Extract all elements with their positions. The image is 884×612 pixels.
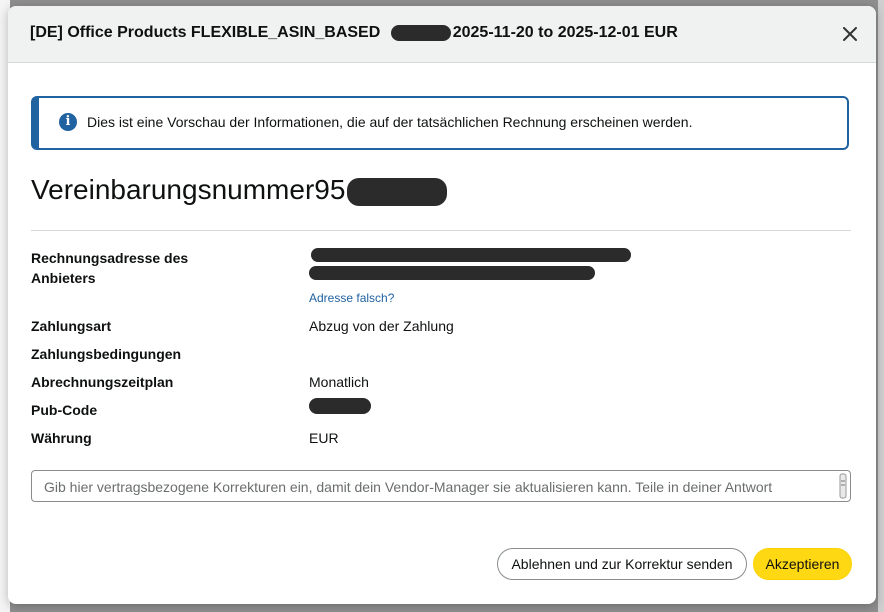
currency-label: Währung xyxy=(31,430,92,446)
modal-title-prefix: [DE] Office Products FLEXIBLE_ASIN_BASED xyxy=(30,24,381,41)
currency-value: EUR xyxy=(309,430,339,446)
redacted-agreement-number xyxy=(347,177,448,206)
info-icon: i xyxy=(59,113,77,131)
invoice-preview-modal: [DE] Office Products FLEXIBLE_ASIN_BASED… xyxy=(8,6,876,604)
billing-address-label: Rechnungsadresse des Anbieters xyxy=(31,250,189,286)
section-divider xyxy=(31,230,851,231)
modal-header: [DE] Office Products FLEXIBLE_ASIN_BASED… xyxy=(8,6,876,63)
accept-button[interactable]: Akzeptieren xyxy=(753,548,852,580)
billing-schedule-label: Abrechnungszeitplan xyxy=(31,374,174,390)
payment-method-label: Zahlungsart xyxy=(31,318,112,334)
redacted-pub-code xyxy=(309,398,371,414)
redacted-id xyxy=(390,24,451,41)
backdrop-page-right xyxy=(878,0,884,612)
reject-and-send-for-correction-button[interactable]: Ablehnen und zur Korrektur senden xyxy=(497,548,747,580)
close-button[interactable] xyxy=(838,22,862,46)
redacted-billing-address xyxy=(309,246,639,286)
agreement-number-heading: Vereinbarungsnummer95 xyxy=(31,174,448,206)
textarea-resize-handle[interactable] xyxy=(838,473,848,499)
billing-schedule-value: Monatlich xyxy=(309,374,369,390)
address-incorrect-link[interactable]: Adresse falsch? xyxy=(309,291,394,305)
modal-title: [DE] Office Products FLEXIBLE_ASIN_BASED… xyxy=(30,24,678,42)
payment-terms-label: Zahlungsbedingungen xyxy=(31,346,182,362)
pub-code-label: Pub-Code xyxy=(31,402,98,418)
alert-text: Dies ist eine Vorschau der Informationen… xyxy=(87,114,693,130)
payment-method-value: Abzug von der Zahlung xyxy=(309,318,454,334)
corrections-textarea[interactable] xyxy=(31,470,851,502)
close-icon xyxy=(843,27,857,41)
agreement-number-label: Vereinbarungsnummer95 xyxy=(31,174,346,205)
info-alert: i Dies ist eine Vorschau der Information… xyxy=(31,96,849,150)
modal-title-suffix: 2025-11-20 to 2025-12-01 EUR xyxy=(452,24,678,41)
